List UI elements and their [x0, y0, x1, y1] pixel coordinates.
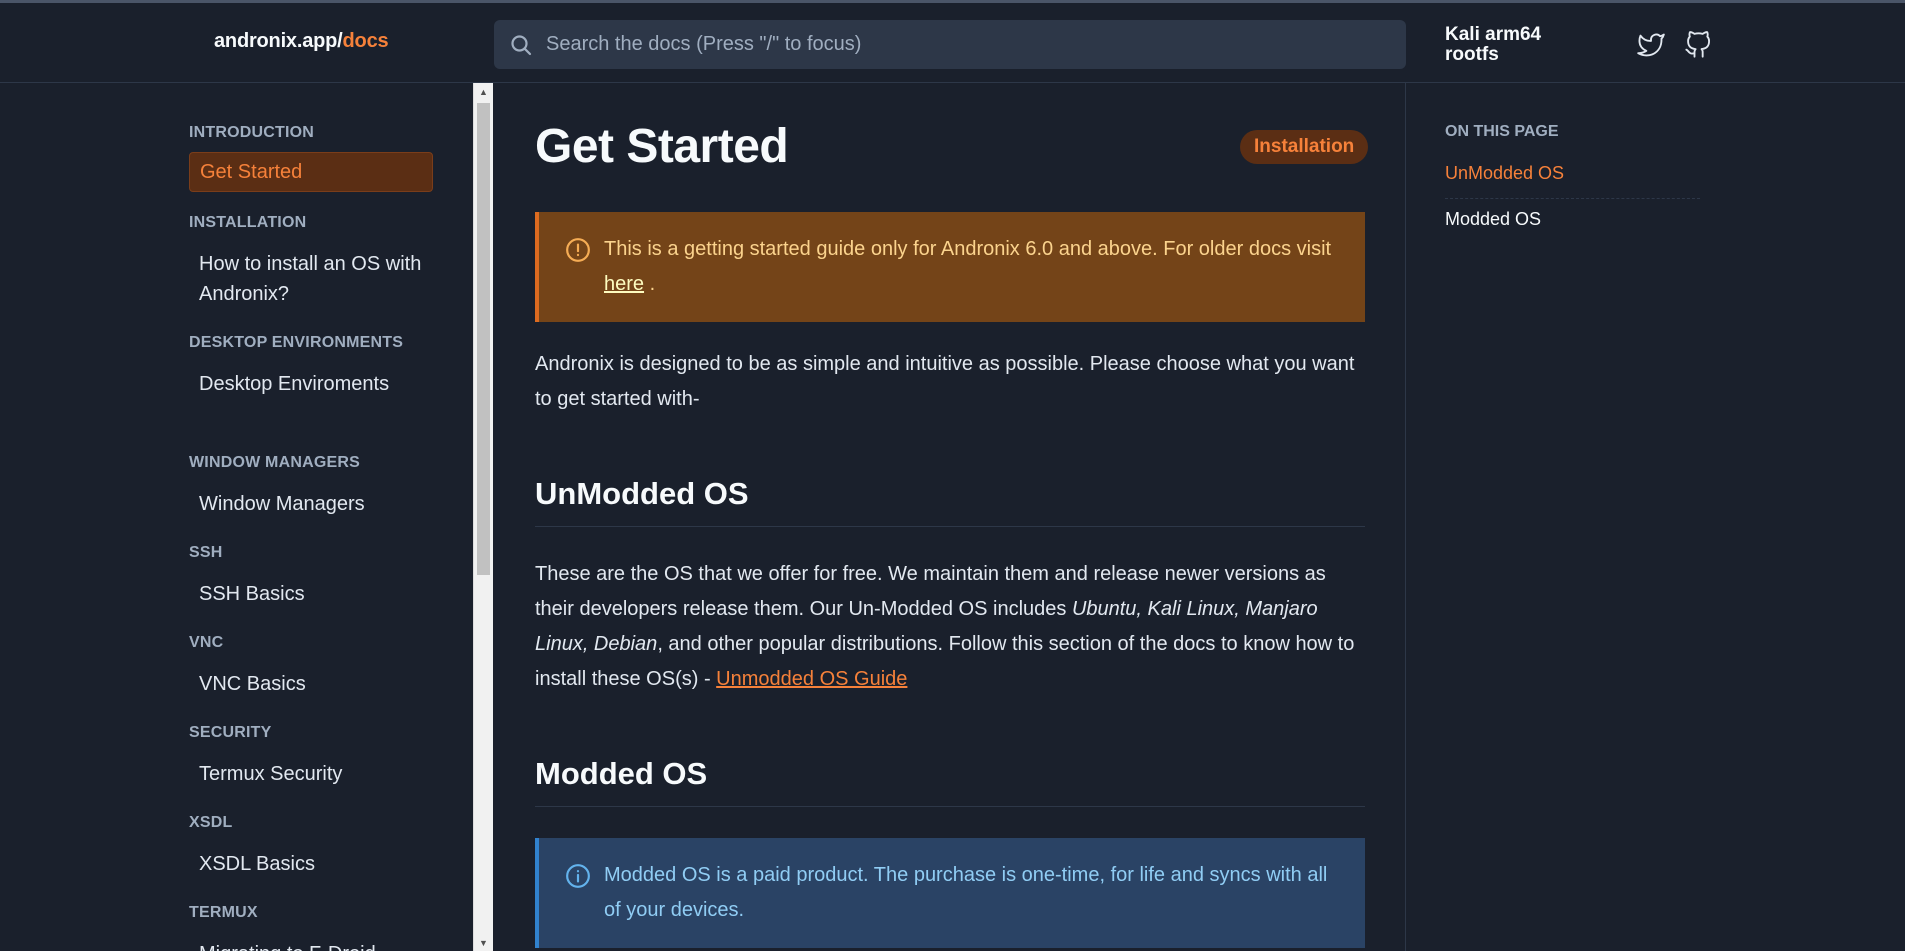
- unmodded-guide-link[interactable]: Unmodded OS Guide: [716, 668, 907, 690]
- intro-paragraph: Andronix is designed to be as simple and…: [535, 353, 1355, 410]
- info-callout: Modded OS is a paid product. The purchas…: [535, 838, 1365, 948]
- sidebar-scrollbar[interactable]: ▲ ▼: [473, 83, 493, 951]
- nav-section-window-managers: WINDOW MANAGERS: [189, 454, 360, 471]
- unmodded-paragraph: These are the OS that we offer for free.…: [535, 557, 1365, 697]
- sidebar-item-window-managers[interactable]: Window Managers: [189, 483, 433, 525]
- sidebar-nav: INTRODUCTION Get Started INSTALLATION Ho…: [0, 83, 473, 951]
- sidebar-item-get-started[interactable]: Get Started: [189, 152, 433, 192]
- nav-section-installation: INSTALLATION: [189, 214, 307, 231]
- page-title: Get Started: [535, 120, 789, 173]
- info-text: Modded OS is a paid product. The purchas…: [604, 864, 1328, 921]
- toc-title: ON THIS PAGE: [1445, 123, 1559, 140]
- sidebar-item-xsdl-basics[interactable]: XSDL Basics: [189, 843, 433, 885]
- brand-prefix: andronix.app/: [214, 30, 343, 52]
- search-icon: [508, 32, 534, 58]
- info-circle-icon: [565, 863, 591, 889]
- sidebar-item-ssh-basics[interactable]: SSH Basics: [189, 573, 433, 615]
- warning-end: .: [649, 273, 656, 295]
- toc-item-unmodded-os[interactable]: UnModded OS: [1445, 163, 1700, 199]
- heading-modded-os: Modded OS: [535, 756, 1365, 807]
- nav-section-termux: TERMUX: [189, 904, 258, 921]
- version-label[interactable]: Kali arm64 rootfs: [1445, 25, 1565, 65]
- brand-logo[interactable]: andronix.app/docs: [214, 30, 389, 53]
- heading-unmodded-os: UnModded OS: [535, 476, 1365, 527]
- sidebar-item-desktop-environments[interactable]: Desktop Enviroments: [189, 363, 433, 405]
- unmodded-text-b: , and other popular distributions. Follo…: [535, 633, 1355, 690]
- scroll-thumb[interactable]: [477, 103, 490, 575]
- sidebar-item-install-os[interactable]: How to install an OS with Andronix?: [189, 243, 433, 315]
- sidebar-item-migrating-fdroid[interactable]: Migrating to F-Droid: [189, 933, 433, 951]
- warning-callout: This is a getting started guide only for…: [535, 212, 1365, 322]
- sidebar-item-termux-security[interactable]: Termux Security: [189, 753, 433, 795]
- nav-section-desktop-environments: DESKTOP ENVIRONMENTS: [189, 334, 404, 351]
- alert-circle-icon: [565, 237, 591, 263]
- nav-section-vnc: VNC: [189, 634, 224, 651]
- nav-section-introduction: INTRODUCTION: [189, 124, 315, 141]
- warning-text: This is a getting started guide only for…: [604, 238, 1332, 260]
- older-docs-link[interactable]: here: [604, 273, 644, 295]
- toc-divider: [1405, 83, 1406, 951]
- category-badge: Installation: [1240, 130, 1369, 164]
- search-box[interactable]: [494, 20, 1406, 69]
- search-input[interactable]: [546, 24, 1366, 65]
- scroll-up-arrow-icon[interactable]: ▲: [474, 83, 493, 100]
- github-icon[interactable]: [1684, 31, 1712, 59]
- sidebar-item-vnc-basics[interactable]: VNC Basics: [189, 663, 433, 705]
- top-header: andronix.app/docs Kali arm64 rootfs: [0, 0, 1905, 83]
- nav-section-ssh: SSH: [189, 544, 223, 561]
- nav-section-xsdl: XSDL: [189, 814, 233, 831]
- brand-accent: docs: [342, 30, 389, 52]
- twitter-icon[interactable]: [1637, 31, 1665, 59]
- scroll-down-arrow-icon[interactable]: ▼: [474, 934, 493, 951]
- nav-section-security: SECURITY: [189, 724, 272, 741]
- toc-item-modded-os[interactable]: Modded OS: [1445, 209, 1700, 244]
